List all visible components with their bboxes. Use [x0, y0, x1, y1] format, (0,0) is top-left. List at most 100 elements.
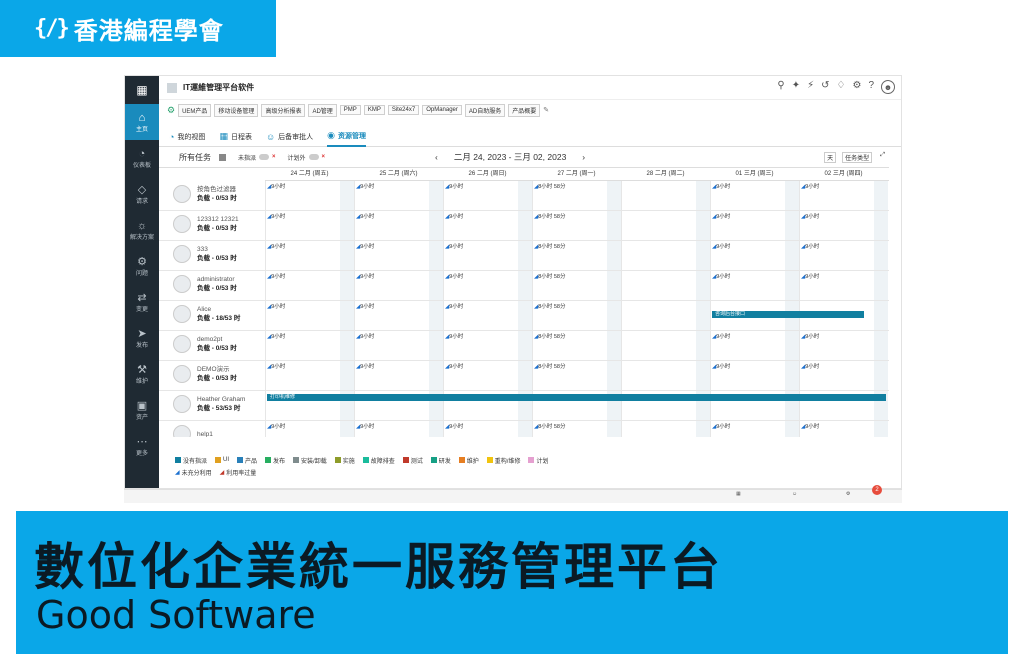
- nav-item-more[interactable]: ⋯ 更多: [125, 428, 159, 464]
- capacity-cell[interactable]: ◢9小时: [445, 422, 463, 430]
- capacity-cell[interactable]: ◢9小时: [712, 332, 730, 340]
- nav-item-change[interactable]: ⇄ 变更: [125, 284, 159, 320]
- capacity-cell[interactable]: ◢9小时: [801, 272, 819, 280]
- strip-icon-3[interactable]: ⚙: [846, 491, 850, 497]
- view-select[interactable]: 天: [824, 151, 837, 163]
- capacity-cell[interactable]: ◢9小时: [712, 212, 730, 220]
- history-icon[interactable]: ↺: [821, 80, 829, 94]
- capacity-cell[interactable]: ◢9小时: [801, 242, 819, 250]
- resource-info[interactable]: 333 负载 - 0/53 时: [173, 245, 237, 263]
- user-avatar[interactable]: ☻: [881, 80, 895, 94]
- nav-item-asset[interactable]: ▣ 资产: [125, 392, 159, 428]
- resource-info[interactable]: 123312 12321 负载 - 0/53 时: [173, 215, 239, 233]
- rocket-icon[interactable]: ✦: [792, 80, 800, 94]
- capacity-cell[interactable]: ◢9小时: [445, 182, 463, 190]
- product-ad-selfservice[interactable]: AD自助服务: [464, 103, 506, 117]
- nav-item-release[interactable]: ➤ 发布: [125, 320, 159, 356]
- capacity-cell[interactable]: ◢8小时 58分: [534, 182, 565, 190]
- resource-info[interactable]: help1: [173, 425, 213, 437]
- product-pmp[interactable]: PMP: [339, 105, 361, 115]
- resource-info[interactable]: Alice 负载 - 18/53 时: [173, 305, 240, 323]
- resource-info[interactable]: demo2pt 负载 - 0/53 时: [173, 335, 237, 353]
- filter-menu-icon[interactable]: [219, 153, 226, 161]
- close-icon[interactable]: ×: [322, 154, 326, 160]
- next-week-icon[interactable]: ›: [582, 152, 585, 162]
- capacity-cell[interactable]: ◢9小时: [267, 422, 285, 430]
- product-ad[interactable]: AD管理: [308, 103, 337, 117]
- capacity-cell[interactable]: ◢8小时 58分: [534, 362, 565, 370]
- capacity-cell[interactable]: ◢9小时: [267, 212, 285, 220]
- capacity-cell[interactable]: ◢8小时 58分: [534, 272, 565, 280]
- capacity-cell[interactable]: ◢9小时: [801, 182, 819, 190]
- tab-my-view[interactable]: ◔ 我的视图: [169, 127, 205, 147]
- nav-item-request[interactable]: ◇ 请求: [125, 176, 159, 212]
- prev-week-icon[interactable]: ‹: [435, 152, 438, 162]
- task-bar[interactable]: 咨询后台接口: [712, 311, 864, 318]
- strip-icon-1[interactable]: ▦: [736, 491, 741, 497]
- capacity-cell[interactable]: ◢9小时: [801, 212, 819, 220]
- capacity-cell[interactable]: ◢9小时: [445, 242, 463, 250]
- capacity-cell[interactable]: ◢9小时: [267, 242, 285, 250]
- capacity-cell[interactable]: ◢9小时: [712, 272, 730, 280]
- capacity-cell[interactable]: ◢8小时 58分: [534, 212, 565, 220]
- capacity-cell[interactable]: ◢9小时: [356, 242, 374, 250]
- capacity-cell[interactable]: ◢9小时: [445, 362, 463, 370]
- close-icon[interactable]: ×: [272, 154, 276, 160]
- capacity-cell[interactable]: ◢9小时: [445, 302, 463, 310]
- app-grid-icon[interactable]: ▦: [125, 76, 159, 104]
- date-range-label[interactable]: 二月 24, 2023 - 三月 02, 2023: [454, 151, 566, 163]
- tab-schedule[interactable]: ▦ 日程表: [219, 127, 252, 147]
- resource-info[interactable]: 按角色过滤器 负载 - 0/53 时: [173, 185, 237, 203]
- nav-item-problem[interactable]: ⚙ 问题: [125, 248, 159, 284]
- capacity-cell[interactable]: ◢9小时: [356, 272, 374, 280]
- capacity-cell[interactable]: ◢8小时 58分: [534, 242, 565, 250]
- nav-item-maintenance[interactable]: ⚒ 维护: [125, 356, 159, 392]
- capacity-cell[interactable]: ◢9小时: [356, 362, 374, 370]
- capacity-cell[interactable]: ◢9小时: [356, 212, 374, 220]
- capacity-cell[interactable]: ◢9小时: [712, 242, 730, 250]
- product-overview[interactable]: 产品概要: [508, 103, 541, 117]
- edit-icon[interactable]: ✎: [543, 106, 549, 114]
- bell-icon[interactable]: ♢: [837, 80, 846, 94]
- capacity-cell[interactable]: ◢9小时: [267, 302, 285, 310]
- capacity-cell[interactable]: ◢9小时: [356, 422, 374, 430]
- capacity-cell[interactable]: ◢9小时: [356, 182, 374, 190]
- expand-icon[interactable]: ⤢: [878, 152, 887, 163]
- capacity-cell[interactable]: ◢9小时: [356, 302, 374, 310]
- capacity-cell[interactable]: ◢8小时 58分: [534, 422, 565, 430]
- product-kmp[interactable]: KMP: [363, 105, 385, 115]
- capacity-cell[interactable]: ◢9小时: [712, 362, 730, 370]
- capacity-cell[interactable]: ◢9小时: [801, 362, 819, 370]
- tab-resource-management[interactable]: ◉ 资源管理: [327, 127, 367, 147]
- resource-info[interactable]: Heather Graham 负载 - 53/53 时: [173, 395, 245, 413]
- search-icon[interactable]: ⚲: [777, 80, 784, 94]
- task-bar[interactable]: 打印机维修: [267, 394, 886, 401]
- unplanned-toggle[interactable]: 计划外 ×: [288, 153, 326, 162]
- capacity-cell[interactable]: ◢9小时: [801, 422, 819, 430]
- product-mdm[interactable]: 移动设备管理: [214, 103, 259, 117]
- gear-icon[interactable]: ⚙: [852, 80, 861, 94]
- resource-info[interactable]: DEMO演示 负载 - 0/53 时: [173, 365, 237, 383]
- capacity-cell[interactable]: ◢9小时: [445, 332, 463, 340]
- unassigned-toggle[interactable]: 未指派 ×: [238, 153, 276, 162]
- flash-icon[interactable]: ⚡: [807, 80, 814, 94]
- tab-backup-approver[interactable]: ☺ 后备审批人: [266, 127, 313, 147]
- product-analytics[interactable]: 高级分析报表: [261, 103, 306, 117]
- capacity-cell[interactable]: ◢9小时: [267, 332, 285, 340]
- capacity-cell[interactable]: ◢9小时: [712, 182, 730, 190]
- capacity-cell[interactable]: ◢9小时: [267, 362, 285, 370]
- capacity-cell[interactable]: ◢8小时 58分: [534, 332, 565, 340]
- all-tasks-filter[interactable]: 所有任务: [179, 152, 211, 163]
- capacity-cell[interactable]: ◢9小时: [445, 272, 463, 280]
- product-site24x7[interactable]: Site24x7: [387, 105, 420, 115]
- nav-item-solution[interactable]: ☼ 解决方案: [125, 212, 159, 248]
- capacity-cell[interactable]: ◢8小时 58分: [534, 302, 565, 310]
- product-opmanager[interactable]: OpManager: [422, 105, 462, 115]
- nav-item-dashboard[interactable]: ◔ 仪表板: [125, 140, 159, 176]
- capacity-cell[interactable]: ◢9小时: [267, 182, 285, 190]
- capacity-cell[interactable]: ◢9小时: [267, 272, 285, 280]
- strip-icon-2[interactable]: ☺: [792, 491, 797, 497]
- capacity-cell[interactable]: ◢9小时: [712, 422, 730, 430]
- capacity-cell[interactable]: ◢9小时: [356, 332, 374, 340]
- nav-item-home[interactable]: ⌂ 主页: [125, 104, 159, 140]
